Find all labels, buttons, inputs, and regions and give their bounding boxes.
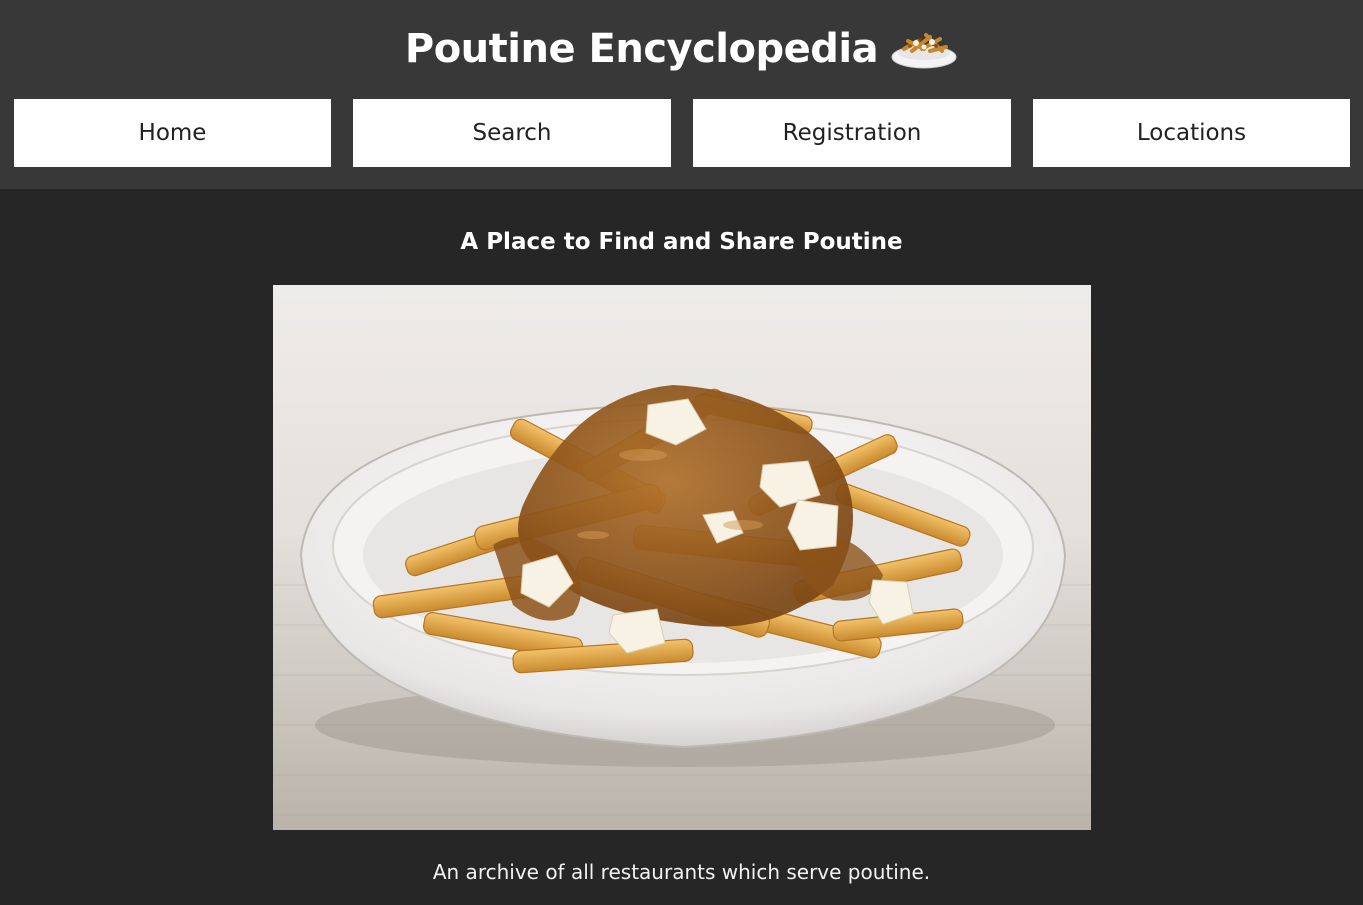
nav-registration-button[interactable]: Registration xyxy=(693,99,1011,167)
nav-home-button[interactable]: Home xyxy=(14,99,331,167)
poutine-bowl-icon xyxy=(891,33,957,69)
nav-locations-button[interactable]: Locations xyxy=(1033,99,1350,167)
poutine-photo xyxy=(273,285,1091,830)
site-title-text: Poutine Encyclopedia xyxy=(404,26,879,72)
site-header: Poutine Encyclopedia Home Search Registr… xyxy=(0,0,1363,189)
page-tagline: A Place to Find and Share Poutine xyxy=(460,229,903,255)
poutine-photo-illustration xyxy=(273,285,1091,830)
nav-search-button[interactable]: Search xyxy=(353,99,671,167)
main-nav: Home Search Registration Locations xyxy=(14,99,1350,167)
page-description: An archive of all restaurants which serv… xyxy=(432,860,931,884)
site-title: Poutine Encyclopedia xyxy=(0,26,1363,72)
main-content: A Place to Find and Share Poutine An arc… xyxy=(0,189,1363,905)
